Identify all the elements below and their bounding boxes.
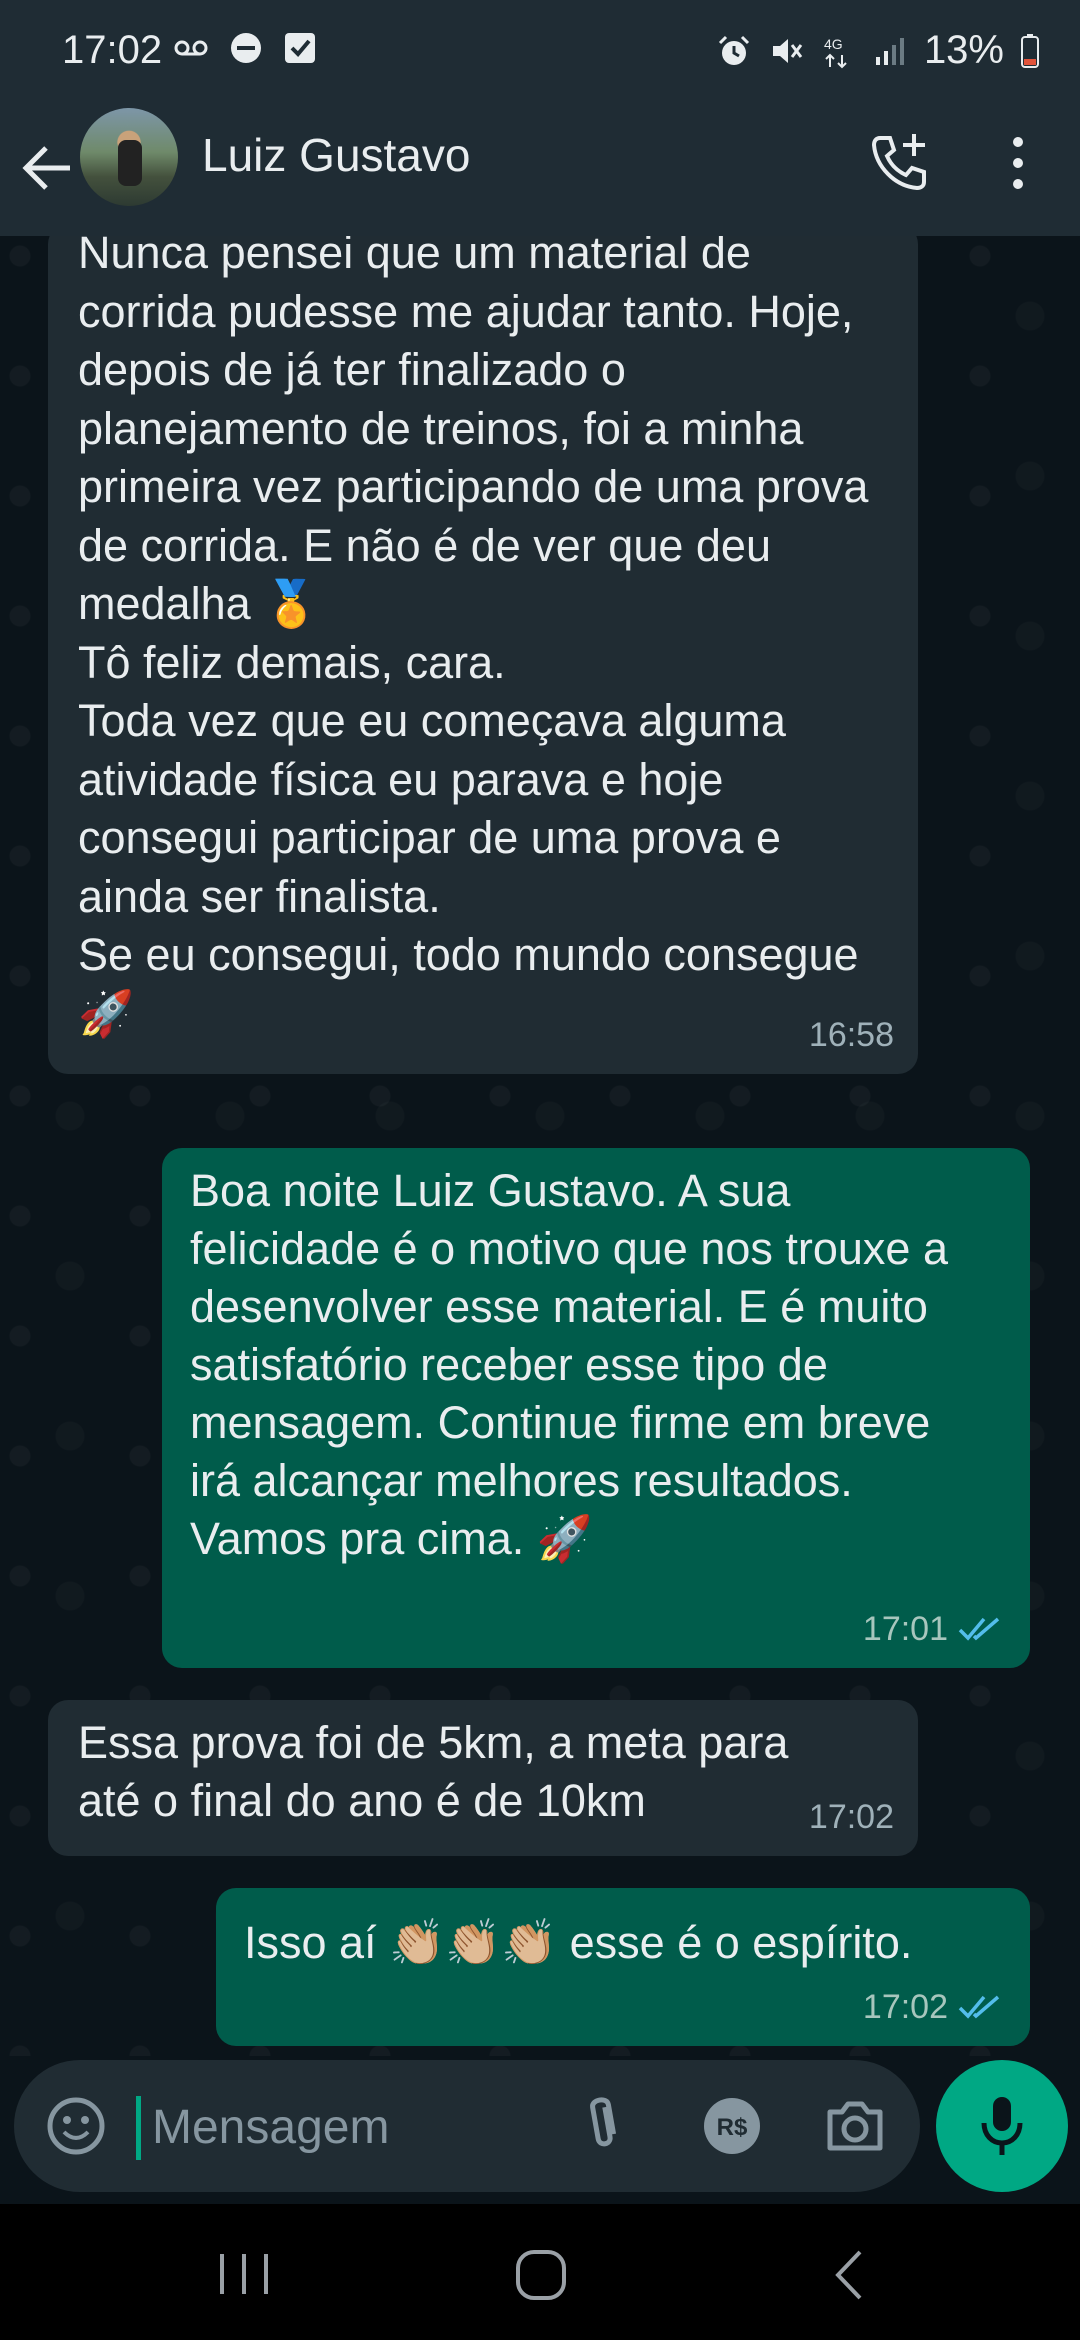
voicemail-icon [174, 40, 208, 56]
add-call-icon[interactable] [866, 130, 932, 196]
text-cursor [136, 2096, 141, 2160]
contact-name[interactable]: Luiz Gustavo [202, 128, 470, 182]
incoming-message[interactable]: Essa prova foi de 5km, a meta para até o… [48, 1700, 918, 1856]
camera-icon[interactable] [822, 2096, 888, 2156]
message-time: 17:02 [862, 1988, 948, 2026]
avatar[interactable] [80, 108, 178, 206]
system-nav-bar [0, 2204, 1080, 2340]
battery-level: 13% [923, 28, 1004, 72]
alarm-icon [718, 35, 749, 65]
4g-icon: 4G [824, 36, 847, 68]
battery-icon [1021, 33, 1039, 68]
check-box-icon [285, 33, 315, 63]
dnd-icon [231, 33, 261, 63]
attach-icon[interactable] [570, 2094, 634, 2158]
svg-text:4G: 4G [824, 36, 843, 52]
payment-icon[interactable]: R$ [702, 2096, 762, 2156]
outgoing-message[interactable]: Isso aí 👏🏼👏🏼👏🏼 esse é o espírito. 17:02 [216, 1888, 1030, 2046]
incoming-message[interactable]: Nunca pensei que um material de corrida … [48, 236, 918, 1074]
message-time: 16:58 [808, 1016, 894, 1054]
recent-apps-icon[interactable] [212, 2252, 276, 2296]
home-icon[interactable] [514, 2248, 568, 2302]
message-text: Essa prova foi de 5km, a meta para até o… [78, 1717, 789, 1826]
signal-icon [875, 37, 904, 65]
status-time: 17:02 [62, 28, 163, 72]
message-text: Boa noite Luiz Gustavo. A sua felicidade… [190, 1165, 948, 1564]
message-list[interactable]: Nunca pensei que um material de corrida … [0, 236, 1080, 2056]
nav-back-icon[interactable] [830, 2248, 870, 2302]
read-ticks-icon [958, 1995, 1000, 2019]
more-vert-icon[interactable] [1000, 130, 1036, 196]
message-text: Nunca pensei que um material de corrida … [78, 236, 869, 1039]
message-composer: R$ [14, 2060, 920, 2192]
back-arrow-icon[interactable] [18, 136, 82, 200]
chat-header: Luiz Gustavo [0, 102, 1080, 236]
mute-icon [772, 38, 803, 63]
message-input[interactable] [150, 2090, 554, 2164]
emoji-icon[interactable] [44, 2094, 108, 2158]
mic-icon [981, 2097, 1023, 2155]
svg-text:R$: R$ [717, 2114, 748, 2141]
message-time: 17:02 [808, 1798, 894, 1836]
message-text: Isso aí 👏🏼👏🏼👏🏼 esse é o espírito. [244, 1917, 913, 1968]
outgoing-message[interactable]: Boa noite Luiz Gustavo. A sua felicidade… [162, 1148, 1030, 1668]
status-bar: 17:02 4G 13% [0, 0, 1080, 102]
message-time: 17:01 [862, 1610, 948, 1648]
read-ticks-icon [958, 1617, 1000, 1641]
mic-button[interactable] [936, 2060, 1068, 2192]
